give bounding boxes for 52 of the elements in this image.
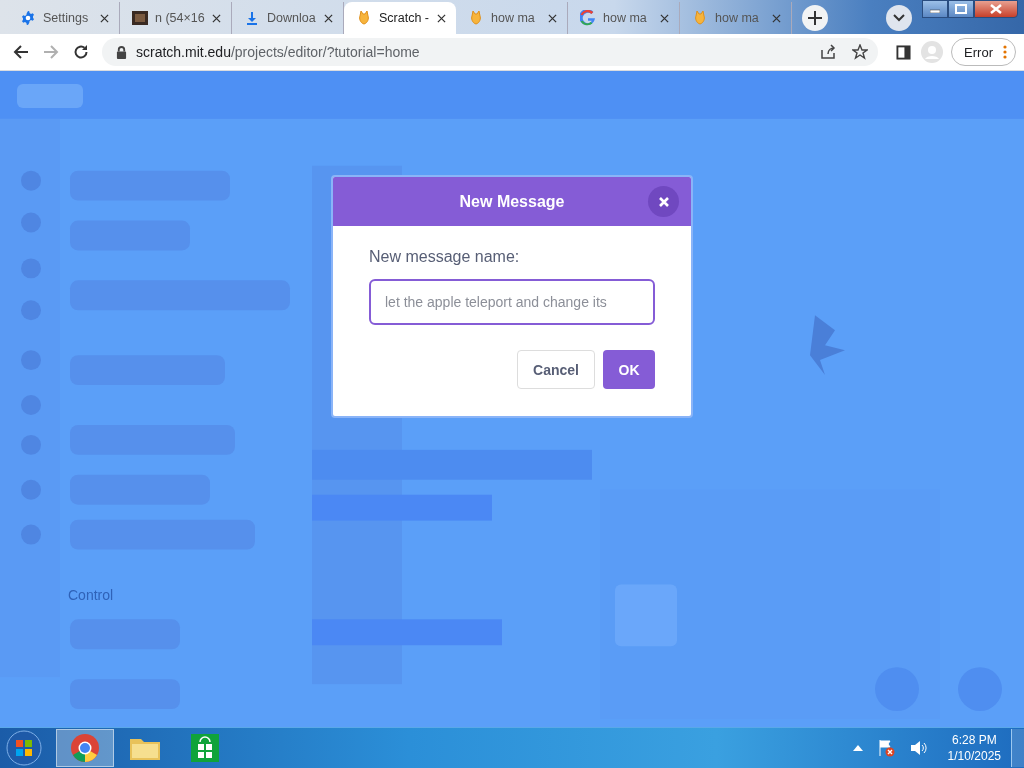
ok-button[interactable]: OK <box>603 350 655 389</box>
close-button[interactable] <box>648 186 679 217</box>
cancel-button[interactable]: Cancel <box>517 350 595 389</box>
store-bag-icon <box>191 734 219 762</box>
tab-close-icon[interactable] <box>100 13 109 23</box>
minimize-button[interactable] <box>922 0 948 18</box>
download-icon <box>244 10 260 26</box>
flag-error-icon[interactable] <box>876 739 895 757</box>
maximize-button[interactable] <box>948 0 974 18</box>
maximize-icon <box>955 4 967 14</box>
clock[interactable]: 6:28 PM 1/10/2025 <box>947 732 1001 764</box>
clock-date: 1/10/2025 <box>947 748 1001 764</box>
reload-icon[interactable] <box>73 44 89 60</box>
show-hidden-icons-icon[interactable] <box>852 745 863 751</box>
clock-time: 6:28 PM <box>951 732 997 748</box>
side-panel-icon[interactable] <box>896 44 912 60</box>
message-name-input[interactable]: let the apple teleport and change its <box>369 279 655 325</box>
image-thumbnail-icon <box>132 10 148 26</box>
category-heading: Control <box>68 587 114 603</box>
cat-face-icon <box>692 10 708 26</box>
url-host: scratch.mit.edu <box>136 44 231 60</box>
tab-close-icon[interactable] <box>324 13 333 23</box>
browser-logo-icon <box>70 733 100 763</box>
gear-icon <box>20 10 36 26</box>
address-bar[interactable]: scratch.mit.edu/projects/editor/?tutorial=home <box>102 38 879 66</box>
chevron-down-icon <box>893 14 905 22</box>
more-menu-icon <box>1003 45 1007 59</box>
google-g-icon <box>580 10 596 26</box>
share-icon[interactable] <box>820 44 837 60</box>
close-window-button[interactable] <box>974 0 1018 18</box>
cat-face-icon <box>468 10 484 26</box>
field-label: New message name: <box>369 248 521 266</box>
tab-search-button[interactable] <box>886 5 912 31</box>
tab-close-icon[interactable] <box>548 13 557 23</box>
plus-icon <box>808 11 822 25</box>
close-icon <box>990 4 1002 14</box>
lock-icon <box>116 45 127 59</box>
browser-taskbar-button[interactable] <box>56 729 114 767</box>
star-icon[interactable] <box>852 44 869 60</box>
start-button[interactable] <box>6 730 42 766</box>
speaker-icon[interactable] <box>908 739 927 757</box>
close-icon <box>658 196 669 207</box>
browser-tab[interactable]: Scratch - <box>344 2 456 34</box>
back-icon[interactable] <box>13 44 29 60</box>
profile-error-button[interactable]: Error <box>951 38 1016 66</box>
tab-close-icon[interactable] <box>660 13 669 23</box>
tab-close-icon[interactable] <box>437 13 446 23</box>
dialog-title: New Message <box>459 192 565 211</box>
url-path: /projects/editor/?tutorial=home <box>230 44 420 60</box>
cat-face-icon <box>356 10 372 26</box>
tab-close-icon[interactable] <box>212 13 221 23</box>
new-tab-button[interactable] <box>802 5 828 31</box>
